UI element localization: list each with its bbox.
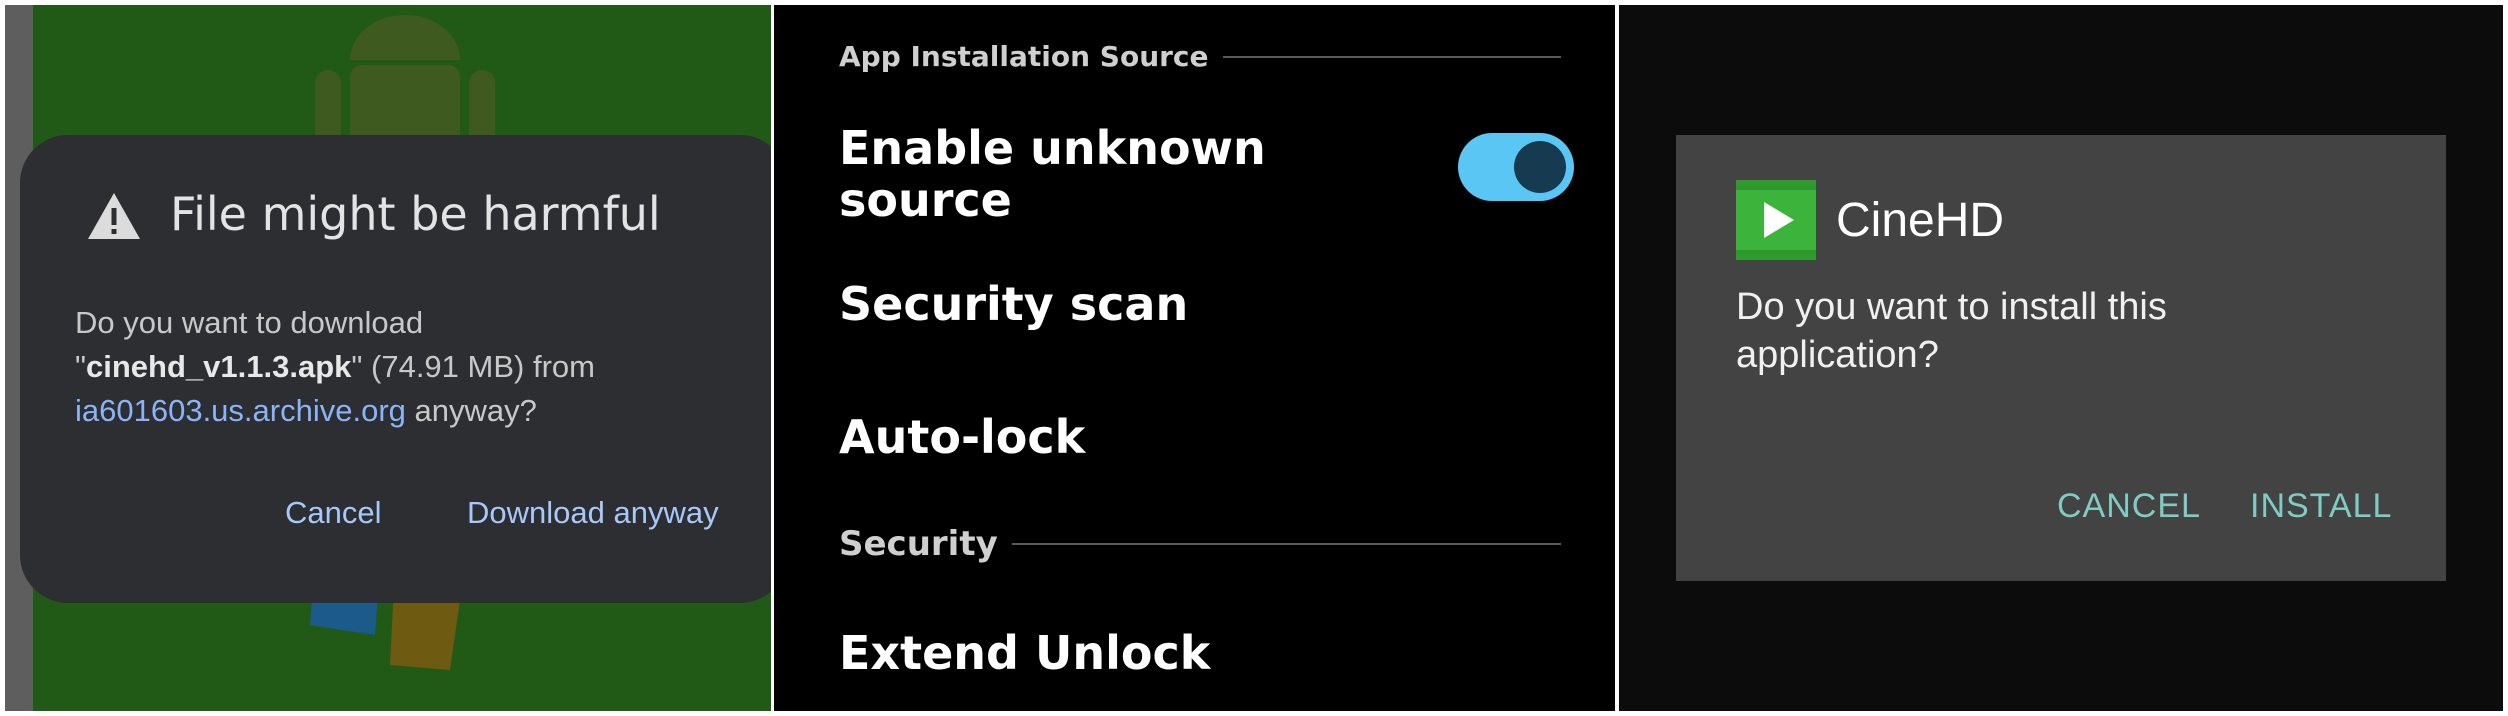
- cancel-button[interactable]: CANCEL: [2057, 487, 2201, 526]
- source-host-link[interactable]: ia601603.us.archive.org: [75, 393, 406, 428]
- quote-close: ": [351, 349, 363, 384]
- download-warning-dialog: File might be harmful Do you want to dow…: [20, 135, 771, 603]
- section-title: Security: [839, 524, 998, 564]
- app-name: CineHD: [1836, 194, 2005, 247]
- install-dialog: CineHD Do you want to install this appli…: [1676, 135, 2446, 581]
- download-anyway-button[interactable]: Download anyway: [467, 495, 719, 531]
- file-size: (74.91 MB) from: [362, 349, 595, 384]
- auto-lock-setting[interactable]: Auto-lock: [839, 411, 1085, 463]
- cancel-button[interactable]: Cancel: [285, 495, 382, 531]
- section-divider: [1222, 55, 1561, 58]
- section-divider: [1011, 543, 1561, 545]
- file-name: cinehd_v1.1.3.apk: [86, 349, 352, 384]
- message-line: Do you want to download: [75, 305, 424, 340]
- security-settings-screen: App Installation Source Enable unknown s…: [774, 5, 1615, 711]
- install-question: Do you want to install this application?: [1736, 286, 2167, 376]
- dialog-message: Do you want to download "cinehd_v1.1.3.a…: [75, 301, 765, 433]
- quote-open: ": [75, 349, 87, 384]
- section-header-install-source: App Installation Source: [839, 40, 1561, 73]
- section-title: App Installation Source: [839, 40, 1209, 73]
- security-scan-setting[interactable]: Security scan: [839, 278, 1188, 330]
- install-button[interactable]: INSTALL: [2250, 487, 2392, 526]
- warning-icon: [88, 193, 140, 239]
- toggle-knob: [1514, 141, 1566, 193]
- unknown-source-toggle[interactable]: [1458, 133, 1574, 201]
- section-header-security: Security: [839, 524, 1561, 564]
- package-installer-screen: CineHD Do you want to install this appli…: [1619, 5, 2503, 711]
- message-tail: anyway?: [405, 393, 537, 428]
- enable-unknown-source-setting[interactable]: Enable unknown source: [839, 122, 1309, 226]
- cinehd-app-icon: [1736, 180, 1816, 260]
- chrome-download-screen: File might be harmful Do you want to dow…: [5, 5, 771, 711]
- dialog-title: File might be harmful: [170, 187, 661, 241]
- extend-unlock-setting[interactable]: Extend Unlock: [839, 627, 1210, 679]
